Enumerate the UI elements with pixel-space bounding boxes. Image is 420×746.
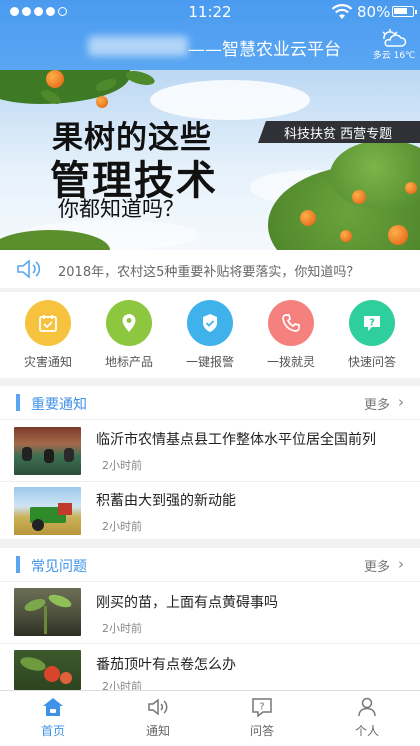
faq-item[interactable]: 刚买的苗，上面有点黄碍事吗 2小时前	[0, 582, 420, 644]
faq-header: 常见问题 更多 ›	[0, 548, 420, 582]
tab-profile[interactable]: 个人	[337, 696, 397, 739]
tab-label: 问答	[249, 724, 274, 738]
tab-notifications[interactable]: 通知	[128, 696, 188, 739]
home-icon	[43, 698, 63, 716]
location-pin-icon	[122, 314, 136, 332]
weather-text: 多云 16℃	[372, 51, 416, 61]
tab-home[interactable]: 首页	[23, 696, 83, 739]
news-title: 刚买的苗，上面有点黄碍事吗	[96, 595, 278, 611]
chevron-right-icon[interactable]: ›	[398, 555, 404, 573]
banner-headline-3: 你都知道吗？	[58, 197, 184, 221]
wifi-icon	[331, 4, 353, 19]
phone-icon	[282, 314, 300, 332]
announcement-bar[interactable]: 2018年，农村这5种重要补贴将要落实，你知道吗？	[0, 250, 420, 288]
app-screen: 11:22 80% ——智慧农业云平台 多云 16℃ 科技扶贫 西营专题 果树的…	[0, 0, 420, 746]
person-icon	[358, 697, 376, 717]
notice-item[interactable]: 积蓄由大到强的新动能 2小时前	[0, 482, 420, 540]
quick-action-label: 地标产品	[104, 355, 153, 369]
status-bar: 11:22 80%	[0, 0, 420, 24]
quick-action-dial[interactable]: 一拨就灵	[261, 300, 321, 370]
news-title: 积蓄由大到强的新动能	[96, 493, 236, 509]
quick-action-label: 快速问答	[347, 355, 396, 369]
blurred-region-name	[88, 36, 188, 56]
battery-icon	[392, 6, 417, 17]
notices-header: 重要通知 更多 ›	[0, 386, 420, 420]
news-thumbnail	[14, 487, 81, 535]
quick-action-one-key-alarm[interactable]: 一键报警	[180, 300, 240, 370]
tab-label: 通知	[145, 724, 170, 738]
question-icon: ?	[252, 698, 272, 718]
faq-item[interactable]: 番茄顶叶有点卷怎么办 2小时前	[0, 644, 420, 693]
calendar-check-icon	[39, 315, 57, 332]
speaker-icon	[17, 259, 41, 279]
quick-action-landmark-products[interactable]: 地标产品	[99, 300, 159, 370]
news-thumbnail	[14, 427, 81, 475]
svg-text:?: ?	[259, 702, 264, 713]
tab-label: 个人	[354, 724, 379, 738]
quick-actions: 灾害通知 地标产品 一键报警 一拨就灵 ? 快速问答	[0, 292, 420, 378]
promo-banner[interactable]: 科技扶贫 西营专题 果树的这些 管理技术 你都知道吗？	[0, 70, 420, 250]
tab-label: 首页	[40, 724, 65, 738]
app-title: ——智慧农业云平台	[188, 40, 341, 60]
quick-action-disaster-notice[interactable]: 灾害通知	[18, 300, 78, 370]
notice-item[interactable]: 临沂市农情基点县工作整体水平位居全国前列 2小时前	[0, 420, 420, 482]
section-title: 常见问题	[31, 559, 87, 575]
banner-tag: 科技扶贫 西营专题	[284, 127, 393, 142]
news-thumbnail	[14, 588, 81, 636]
quick-action-quick-qa[interactable]: ? 快速问答	[342, 300, 402, 370]
news-time: 2小时前	[102, 622, 142, 635]
tab-qa[interactable]: ? 问答	[232, 696, 292, 739]
chat-question-icon: ?	[364, 316, 380, 331]
section-title: 重要通知	[31, 397, 87, 413]
quick-action-label: 一拨就灵	[266, 355, 315, 369]
weather-widget[interactable]: 多云 16℃	[370, 28, 418, 61]
news-title: 番茄顶叶有点卷怎么办	[96, 657, 236, 673]
svg-text:?: ?	[369, 318, 375, 329]
shield-check-icon	[203, 314, 217, 332]
quick-action-label: 一键报警	[185, 355, 234, 369]
bottom-tab-bar: 首页 通知 ? 问答 个人	[0, 690, 420, 746]
news-time: 2小时前	[102, 459, 142, 472]
quick-action-label: 灾害通知	[23, 355, 72, 369]
cloud-sun-icon	[382, 29, 407, 47]
news-title: 临沂市农情基点县工作整体水平位居全国前列	[96, 432, 376, 448]
news-thumbnail	[14, 650, 81, 690]
chevron-right-icon[interactable]: ›	[398, 393, 404, 411]
speaker-icon	[148, 698, 168, 716]
announcement-text: 2018年，农村这5种重要补贴将要落实，你知道吗？	[58, 265, 360, 280]
faq-more-link[interactable]: 更多	[364, 556, 390, 575]
notices-more-link[interactable]: 更多	[364, 394, 390, 413]
battery-percent: 80%	[357, 3, 391, 21]
news-time: 2小时前	[102, 520, 142, 533]
header: 11:22 80% ——智慧农业云平台 多云 16℃	[0, 0, 420, 70]
